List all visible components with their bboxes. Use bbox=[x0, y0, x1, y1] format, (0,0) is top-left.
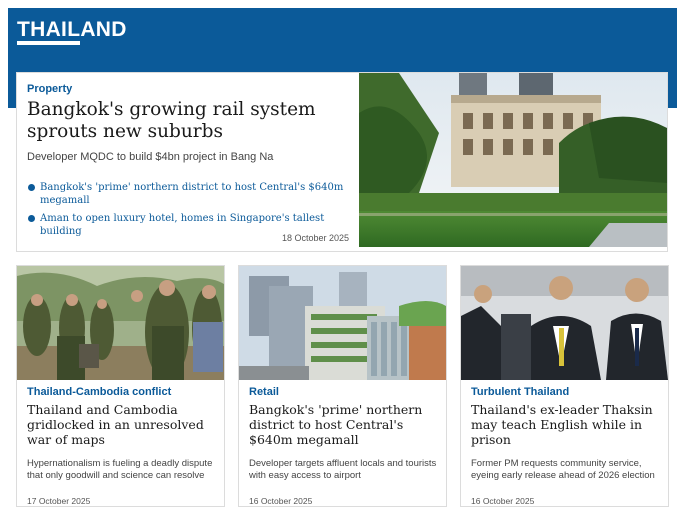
hero-headline[interactable]: Bangkok's growing rail system sprouts ne… bbox=[27, 99, 357, 143]
card-kicker[interactable]: Turbulent Thailand bbox=[471, 386, 569, 398]
card-kicker[interactable]: Retail bbox=[249, 386, 279, 398]
section-title-underline bbox=[17, 41, 80, 45]
card-headline[interactable]: Thailand and Cambodia gridlocked in an u… bbox=[27, 402, 217, 447]
hero-date: 18 October 2025 bbox=[281, 233, 349, 243]
card-date: 17 October 2025 bbox=[27, 496, 91, 506]
hero-summary: Developer MQDC to build $4bn project in … bbox=[27, 151, 274, 163]
card-headline[interactable]: Bangkok's 'prime' northern district to h… bbox=[249, 402, 439, 447]
story-card[interactable]: Turbulent Thailand Thailand's ex-leader … bbox=[460, 265, 669, 507]
story-image[interactable] bbox=[461, 266, 668, 380]
card-headline[interactable]: Thailand's ex-leader Thaksin may teach E… bbox=[471, 402, 661, 447]
hero-story: Property Bangkok's growing rail system s… bbox=[16, 72, 668, 252]
card-kicker[interactable]: Thailand-Cambodia conflict bbox=[27, 386, 171, 398]
card-date: 16 October 2025 bbox=[471, 496, 535, 506]
related-link-text[interactable]: Bangkok's 'prime' northern district to h… bbox=[40, 182, 343, 206]
section-title[interactable]: THAILAND bbox=[17, 18, 127, 42]
hero-image[interactable] bbox=[359, 73, 667, 247]
story-image[interactable] bbox=[17, 266, 224, 380]
card-date: 16 October 2025 bbox=[249, 496, 313, 506]
story-card[interactable]: Retail Bangkok's 'prime' northern distri… bbox=[238, 265, 447, 507]
bullet-icon bbox=[28, 215, 35, 222]
story-card[interactable]: Thailand-Cambodia conflict Thailand and … bbox=[16, 265, 225, 507]
card-summary: Hypernationalism is fueling a deadly dis… bbox=[27, 458, 213, 481]
card-summary: Developer targets affluent locals and to… bbox=[249, 458, 437, 481]
bullet-icon bbox=[28, 184, 35, 191]
related-link[interactable]: Bangkok's 'prime' northern district to h… bbox=[27, 181, 357, 207]
story-image[interactable] bbox=[239, 266, 446, 380]
hero-kicker[interactable]: Property bbox=[27, 83, 72, 95]
card-summary: Former PM requests community service, ey… bbox=[471, 458, 655, 481]
